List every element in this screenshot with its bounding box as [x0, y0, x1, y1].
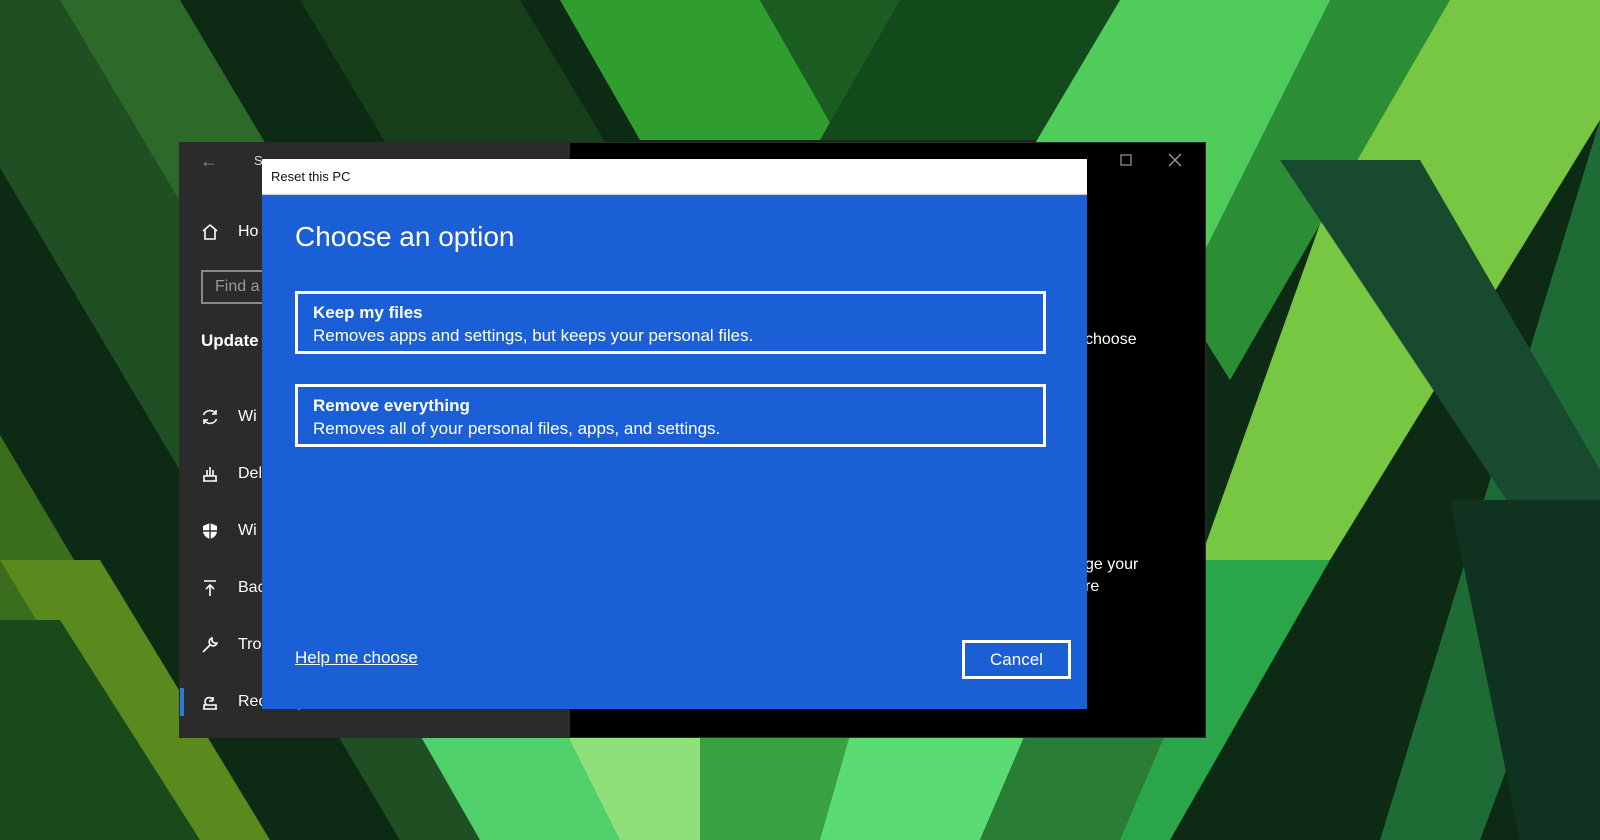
dialog-heading: Choose an option	[295, 221, 515, 252]
delivery-optimization-icon	[200, 464, 220, 484]
recovery-icon	[200, 692, 220, 712]
shield-icon	[200, 521, 220, 541]
sidebar-item-label: Tro	[238, 636, 262, 653]
home-icon	[200, 222, 220, 242]
remove-everything-option[interactable]: Remove everything Removes all of your pe…	[295, 384, 1046, 447]
close-icon[interactable]	[1161, 149, 1189, 171]
dialog-titlebar: Reset this PC	[262, 159, 1087, 195]
option-description: Removes all of your personal files, apps…	[313, 419, 721, 438]
maximize-icon[interactable]	[1112, 149, 1140, 171]
reset-pc-dialog: Reset this PC Choose an option Keep my f…	[262, 159, 1087, 709]
dialog-title: Reset this PC	[271, 169, 351, 184]
sidebar-item-label: Wi	[238, 408, 257, 425]
option-title: Keep my files	[313, 303, 423, 322]
sidebar-item-label: Ho	[238, 223, 259, 240]
wrench-icon	[200, 635, 220, 655]
section-title: Update	[201, 331, 259, 350]
backup-arrow-icon	[200, 578, 220, 598]
help-me-choose-link[interactable]: Help me choose	[295, 648, 418, 668]
back-arrow-icon[interactable]: ←	[200, 151, 218, 172]
sync-icon	[200, 407, 220, 427]
sidebar-item-label: Del	[238, 465, 263, 482]
sidebar-item-label: Wi	[238, 522, 257, 539]
option-description: Removes apps and settings, but keeps you…	[313, 326, 754, 345]
option-title: Remove everything	[313, 396, 470, 415]
cancel-button[interactable]: Cancel	[962, 640, 1071, 679]
content-text-fragment: choose	[1085, 331, 1137, 348]
content-text-fragment: ge your	[1085, 556, 1139, 573]
content-text-fragment: re	[1085, 578, 1100, 595]
keep-my-files-option[interactable]: Keep my files Removes apps and settings,…	[295, 291, 1046, 354]
